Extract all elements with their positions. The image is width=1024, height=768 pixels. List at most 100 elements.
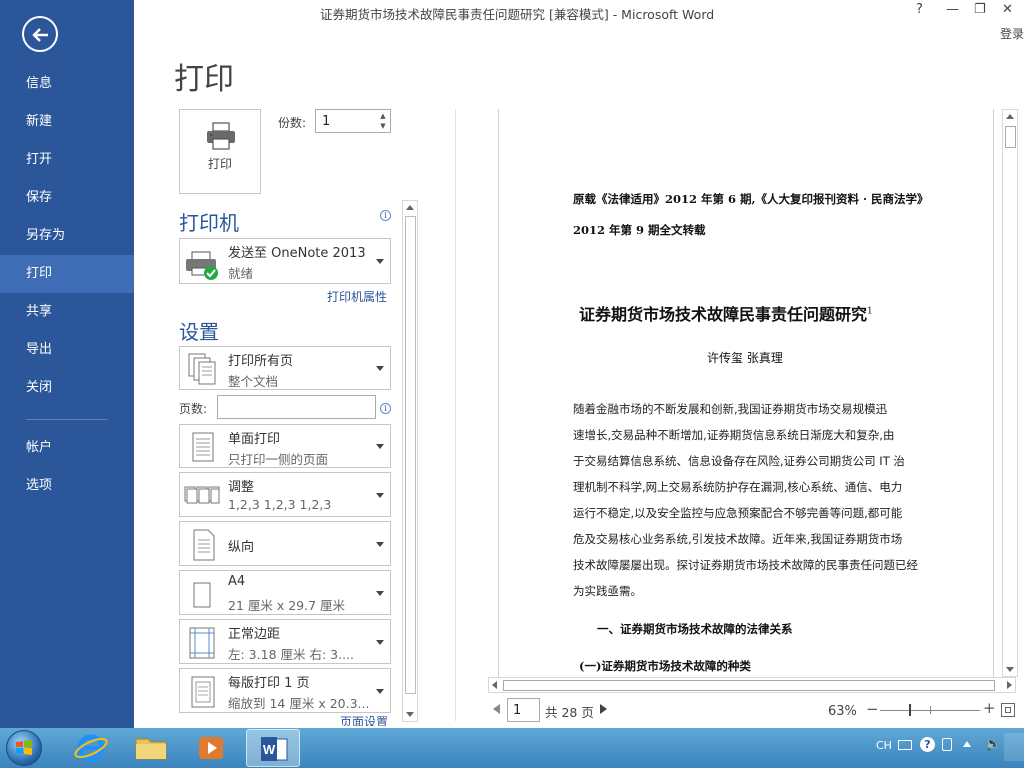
word-icon: W <box>261 737 288 761</box>
copies-label: 份数: <box>278 116 307 130</box>
taskbar-file-explorer[interactable] <box>124 729 178 767</box>
printer-icon <box>207 122 235 150</box>
scroll-down-icon[interactable] <box>1006 667 1014 672</box>
settings-heading: 设置 <box>179 320 219 344</box>
close-button[interactable]: ✕ <box>1002 2 1013 17</box>
minimize-button[interactable]: — <box>946 2 959 17</box>
pages-label: 页数: <box>179 402 208 416</box>
language-indicator[interactable]: CH <box>876 739 892 752</box>
restore-button[interactable]: ❐ <box>974 2 986 17</box>
sidebar-item-export[interactable]: 导出 <box>0 331 134 369</box>
back-arrow-icon[interactable] <box>22 16 58 52</box>
scroll-up-icon[interactable] <box>1006 114 1014 119</box>
taskbar-media-player[interactable] <box>184 729 238 767</box>
scroll-left-icon[interactable] <box>492 681 497 689</box>
pages-per-sheet-dropdown[interactable]: 每版打印 1 页 缩放到 14 厘米 x 20.3... <box>179 668 391 713</box>
preview-vertical-scrollbar[interactable] <box>1002 109 1018 677</box>
scroll-up-icon[interactable] <box>406 205 414 210</box>
sidebar-item-share[interactable]: 共享 <box>0 293 134 331</box>
scrollbar-thumb[interactable] <box>405 216 416 694</box>
svg-text:W: W <box>263 742 276 757</box>
show-hidden-icons[interactable] <box>963 741 971 747</box>
printer-heading: 打印机 <box>179 211 239 235</box>
pages-per-sheet-sub: 缩放到 14 厘米 x 20.3... <box>228 696 370 711</box>
portrait-icon <box>193 529 215 561</box>
body-line: 技术故障屡屡出现。探讨证券期货市场技术故障的民事责任问题已经 <box>573 558 918 572</box>
sidebar-item-print[interactable]: 打印 <box>0 255 134 293</box>
print-range-sub: 整个文档 <box>228 374 279 389</box>
volume-icon[interactable]: 🔈 <box>985 737 1001 752</box>
section-heading-1: 一、证券期货市场技术故障的法律关系 <box>597 622 793 636</box>
zoom-slider-thumb[interactable] <box>909 704 911 716</box>
taskbar-word[interactable]: W <box>246 729 300 767</box>
paper-size-dropdown[interactable]: A4 21 厘米 x 29.7 厘米 <box>179 570 391 615</box>
collate-dropdown[interactable]: 调整 1,2,3 1,2,3 1,2,3 <box>179 472 391 517</box>
print-range-dropdown[interactable]: 打印所有页 整个文档 <box>179 346 391 390</box>
page-setup-link[interactable]: 页面设置 <box>340 716 388 726</box>
scrollbar-thumb[interactable] <box>503 680 995 691</box>
previous-page-icon[interactable] <box>493 704 500 714</box>
settings-scrollbar[interactable] <box>402 200 418 722</box>
pages-info-icon[interactable]: i <box>380 403 391 414</box>
title-footnote-mark: 1 <box>867 306 873 317</box>
sidebar-item-save[interactable]: 保存 <box>0 179 134 217</box>
current-page-value: 1 <box>513 703 522 718</box>
body-line: 随着金融市场的不断发展和创新,我国证券期货市场交易规模迅 <box>573 402 888 416</box>
pages-input[interactable] <box>217 395 376 419</box>
margins-label: 正常边距 <box>228 627 281 642</box>
sidebar-divider <box>26 419 108 420</box>
zoom-in-button[interactable]: + <box>983 699 996 717</box>
sidebar-item-open[interactable]: 打开 <box>0 141 134 179</box>
scroll-right-icon[interactable] <box>1007 681 1012 689</box>
spin-up-icon[interactable]: ▲ <box>377 111 389 121</box>
chevron-down-icon <box>376 590 384 596</box>
panel-divider <box>455 109 456 721</box>
start-button[interactable] <box>6 730 42 766</box>
tool-tray-icon[interactable] <box>942 738 952 751</box>
zoom-to-page-icon[interactable] <box>1001 703 1015 717</box>
taskbar-internet-explorer[interactable] <box>64 729 118 767</box>
sidebar-item-options[interactable]: 选项 <box>0 467 134 505</box>
title-bar: 证券期货市场技术故障民事责任问题研究 [兼容模式] - Microsoft Wo… <box>134 0 1024 24</box>
help-button[interactable]: ? <box>916 2 923 17</box>
sidebar-item-new[interactable]: 新建 <box>0 103 134 141</box>
sidebar-item-account[interactable]: 帐户 <box>0 429 134 467</box>
backstage-sidebar: 信息 新建 打开 保存 另存为 打印 共享 导出 关闭 帐户 选项 <box>0 0 134 728</box>
one-sided-icon <box>192 432 214 462</box>
printer-name: 发送至 OneNote 2013 <box>228 246 366 261</box>
page-title: 打印 <box>174 62 234 97</box>
login-link[interactable]: 登录 <box>1000 25 1024 42</box>
orientation-dropdown[interactable]: 纵向 <box>179 521 391 566</box>
scroll-down-icon[interactable] <box>406 712 414 717</box>
spin-down-icon[interactable]: ▼ <box>377 121 389 131</box>
clock-area[interactable] <box>1004 733 1024 761</box>
pages-per-sheet-label: 每版打印 1 页 <box>228 676 310 691</box>
window-title: 证券期货市场技术故障民事责任问题研究 [兼容模式] - Microsoft Wo… <box>320 7 715 22</box>
current-page-input[interactable]: 1 <box>507 698 540 722</box>
zoom-out-button[interactable]: − <box>866 700 879 718</box>
print-button[interactable]: 打印 <box>179 109 261 194</box>
margins-dropdown[interactable]: 正常边距 左: 3.18 厘米 右: 3.... <box>179 619 391 664</box>
collate-label: 调整 <box>228 480 255 495</box>
printer-dropdown[interactable]: 发送至 OneNote 2013 就绪 <box>179 238 391 284</box>
sidebar-item-info[interactable]: 信息 <box>0 65 134 103</box>
windows-logo-icon <box>16 740 32 755</box>
zoom-percent[interactable]: 63% <box>828 704 857 719</box>
keyboard-icon[interactable] <box>898 740 912 750</box>
chevron-down-icon <box>376 444 384 449</box>
collate-sub: 1,2,3 1,2,3 1,2,3 <box>228 497 332 512</box>
sides-dropdown[interactable]: 单面打印 只打印一侧的页面 <box>179 424 391 468</box>
paper-size-label: A4 <box>228 574 246 589</box>
printer-info-icon[interactable]: i <box>380 210 391 221</box>
scrollbar-thumb[interactable] <box>1005 126 1016 148</box>
preview-horizontal-scrollbar[interactable] <box>488 677 1016 693</box>
printer-properties-link[interactable]: 打印机属性 <box>327 288 387 305</box>
sides-sub: 只打印一侧的页面 <box>228 452 329 467</box>
copies-input[interactable]: 1 ▲ ▼ <box>315 109 391 133</box>
help-tray-icon[interactable]: ? <box>920 737 935 752</box>
sidebar-item-close[interactable]: 关闭 <box>0 369 134 407</box>
margins-icon <box>189 627 215 659</box>
next-page-icon[interactable] <box>600 704 607 714</box>
sidebar-item-save-as[interactable]: 另存为 <box>0 217 134 255</box>
pages-per-sheet-icon <box>191 676 215 708</box>
